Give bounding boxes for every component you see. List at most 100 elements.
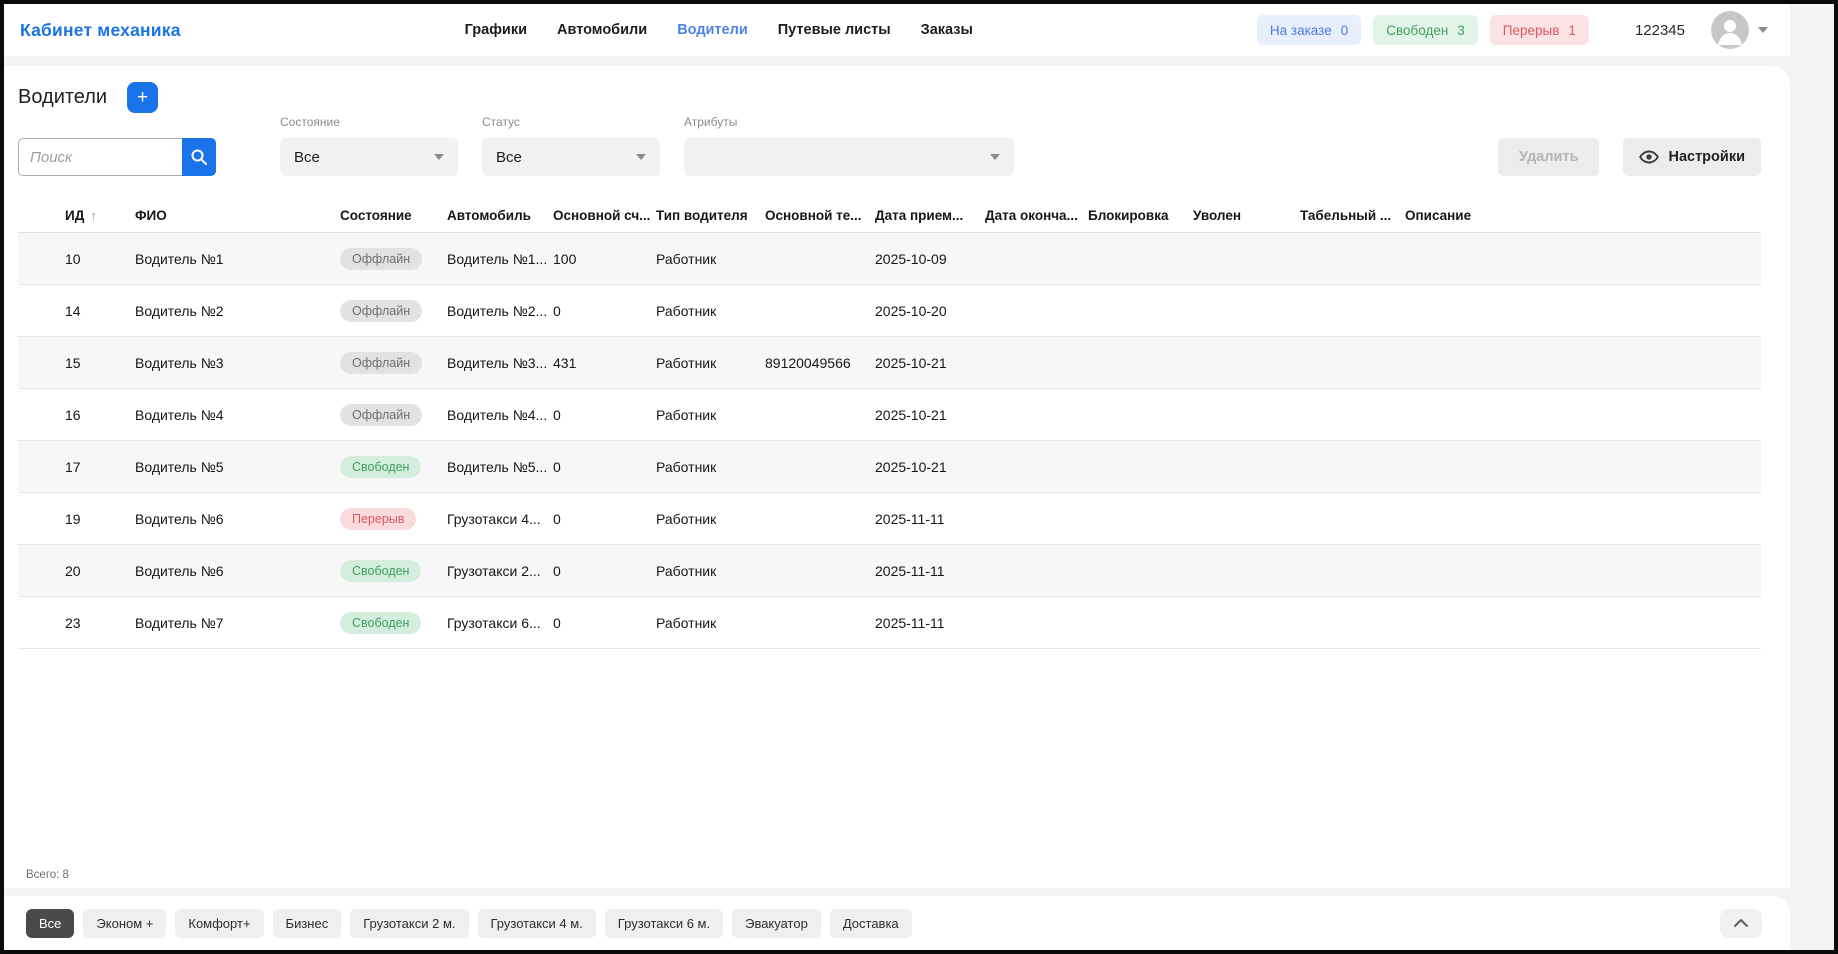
state-select[interactable]: Все [280,138,458,176]
tariff-tab[interactable]: Комфорт+ [175,908,264,938]
column-header-description[interactable]: Описание [1405,208,1761,223]
cell-id: 15 [65,354,81,371]
cell-fio: Водитель №3 [135,354,224,371]
tariff-tab[interactable]: Доставка [829,908,912,938]
cell-fio: Водитель №4 [135,406,224,423]
table-row[interactable]: 14 Водитель №2 Оффлайн Водитель №2... 0 Работ… [18,285,1761,337]
table-row[interactable]: 19 Водитель №6 Перерыв Грузотакси 4... 0 Рабо… [18,493,1761,545]
tariff-tab[interactable]: Грузотакси 2 м. [350,908,469,938]
nav-item[interactable]: Автомобили [557,22,647,38]
search-group [18,138,216,176]
delete-button[interactable]: Удалить [1497,138,1600,176]
cell-car: Водитель №2... [447,302,548,319]
column-header-id[interactable]: ИД ↑ [65,208,135,223]
scroll-to-top-button[interactable] [1720,908,1762,938]
cell-hire_date: 2025-11-11 [875,510,945,527]
sort-asc-icon: ↑ [90,207,97,223]
column-header-end_date[interactable]: Дата оконча... [985,208,1088,223]
tariff-tab[interactable]: Бизнес [272,908,342,938]
cell-state: Оффлайн [340,351,447,374]
drivers-table: ИД ↑ ФИО Состояние Автомобиль Основной сч... Т… [18,198,1761,649]
filter-label: Атрибуты [684,115,738,129]
status-chip[interactable]: Свободен 3 [1373,15,1478,45]
nav-item[interactable]: Путевые листы [778,22,891,38]
cell-account: 0 [553,302,561,319]
column-header-type[interactable]: Тип водителя [656,208,765,223]
cell-phone: 89120049566 [765,354,851,371]
column-header-fired[interactable]: Уволен [1193,208,1300,223]
table-row[interactable]: 16 Водитель №4 Оффлайн Водитель №4... 0 Работ… [18,389,1761,441]
table-row[interactable]: 10 Водитель №1 Оффлайн Водитель №1... 100 Раб… [18,233,1761,285]
cell-car: Водитель №4... [447,406,548,423]
status-chip-label: Свободен [1386,22,1449,38]
column-header-fio[interactable]: ФИО [135,208,340,223]
tariff-tab[interactable]: Эконом + [83,908,167,938]
cell-hire_date: 2025-10-09 [875,250,947,267]
state-badge: Свободен [340,455,422,478]
search-button[interactable] [182,138,216,176]
controls-row: Состояние Все Статус Все Атрибуты [4,113,1790,176]
settings-button[interactable]: Настройки [1623,138,1761,176]
column-header-phone[interactable]: Основной те... [765,208,875,223]
cell-hire_date: 2025-10-20 [875,302,947,319]
nav-item[interactable]: Графики [465,22,527,38]
cell-id: 16 [65,406,81,423]
cell-state: Свободен [340,559,447,582]
cell-fio: Водитель №5 [135,458,224,475]
tariff-tab[interactable]: Эвакуатор [732,908,821,938]
column-header-state[interactable]: Состояние [340,208,447,223]
search-input[interactable] [18,138,182,176]
cell-id: 19 [65,510,81,527]
state-badge: Свободен [340,559,422,582]
table-row[interactable]: 15 Водитель №3 Оффлайн Водитель №3... 431 Раб… [18,337,1761,389]
tariff-tab[interactable]: Все [26,908,75,938]
cell-account: 100 [553,250,577,267]
top-bar: Кабинет механика Графики Автомобили Водите… [4,4,1790,56]
status-select[interactable]: Все [482,138,660,176]
app-window: Кабинет механика Графики Автомобили Водите… [0,0,1838,954]
nav-item[interactable]: Водители [677,22,748,38]
cell-type: Работник [656,458,717,475]
tariff-tab[interactable]: Грузотакси 4 м. [477,908,596,938]
state-badge: Оффлайн [340,299,423,322]
cell-id: 20 [65,562,81,579]
state-badge: Оффлайн [340,351,423,374]
cell-account: 431 [553,354,577,371]
state-select-value: Все [294,148,320,166]
cell-hire_date: 2025-11-11 [875,562,945,579]
status-chip-count: 0 [1340,22,1349,38]
user-menu-button[interactable] [1711,11,1768,49]
cell-account: 0 [553,510,561,527]
state-badge: Перерыв [340,507,417,530]
cell-car: Грузотакси 2... [447,562,541,579]
filter-label: Состояние [280,115,340,129]
column-header-account[interactable]: Основной сч... [553,208,656,223]
table-row[interactable]: 17 Водитель №5 Свободен Водитель №5... 0 Рабо… [18,441,1761,493]
app-title[interactable]: Кабинет механика [20,20,181,41]
tariff-tab[interactable]: Грузотакси 6 м. [604,908,724,938]
status-chip[interactable]: На заказе 0 [1256,15,1362,45]
column-header-hire_date[interactable]: Дата прием... [875,208,985,223]
cell-fio: Водитель №1 [135,250,224,267]
table-row[interactable]: 23 Водитель №7 Свободен Грузотакси 6... 0 Раб… [18,597,1761,649]
cell-state: Перерыв [340,507,447,530]
cell-type: Работник [656,250,717,267]
chevron-down-icon [434,154,444,160]
add-driver-button[interactable]: + [127,82,159,113]
chevron-down-icon [990,154,1000,160]
column-header-block[interactable]: Блокировка [1088,208,1193,223]
table-header-row: ИД ↑ ФИО Состояние Автомобиль Основной сч... Т… [18,198,1761,233]
cell-id: 10 [65,250,81,267]
cell-fio: Водитель №6 [135,562,224,579]
column-header-car[interactable]: Автомобиль [447,208,553,223]
table-row[interactable]: 20 Водитель №6 Свободен Грузотакси 2... 0 Раб… [18,545,1761,597]
cell-state: Оффлайн [340,247,447,270]
status-chip[interactable]: Перерыв 1 [1489,15,1589,45]
eye-icon [1639,150,1660,164]
attributes-select[interactable] [684,138,1014,176]
title-row: Водители + [4,66,1790,113]
cell-fio: Водитель №7 [135,614,224,631]
cell-id: 17 [65,458,81,475]
column-header-tab_number[interactable]: Табельный ... [1300,208,1405,223]
nav-item[interactable]: Заказы [921,22,973,38]
